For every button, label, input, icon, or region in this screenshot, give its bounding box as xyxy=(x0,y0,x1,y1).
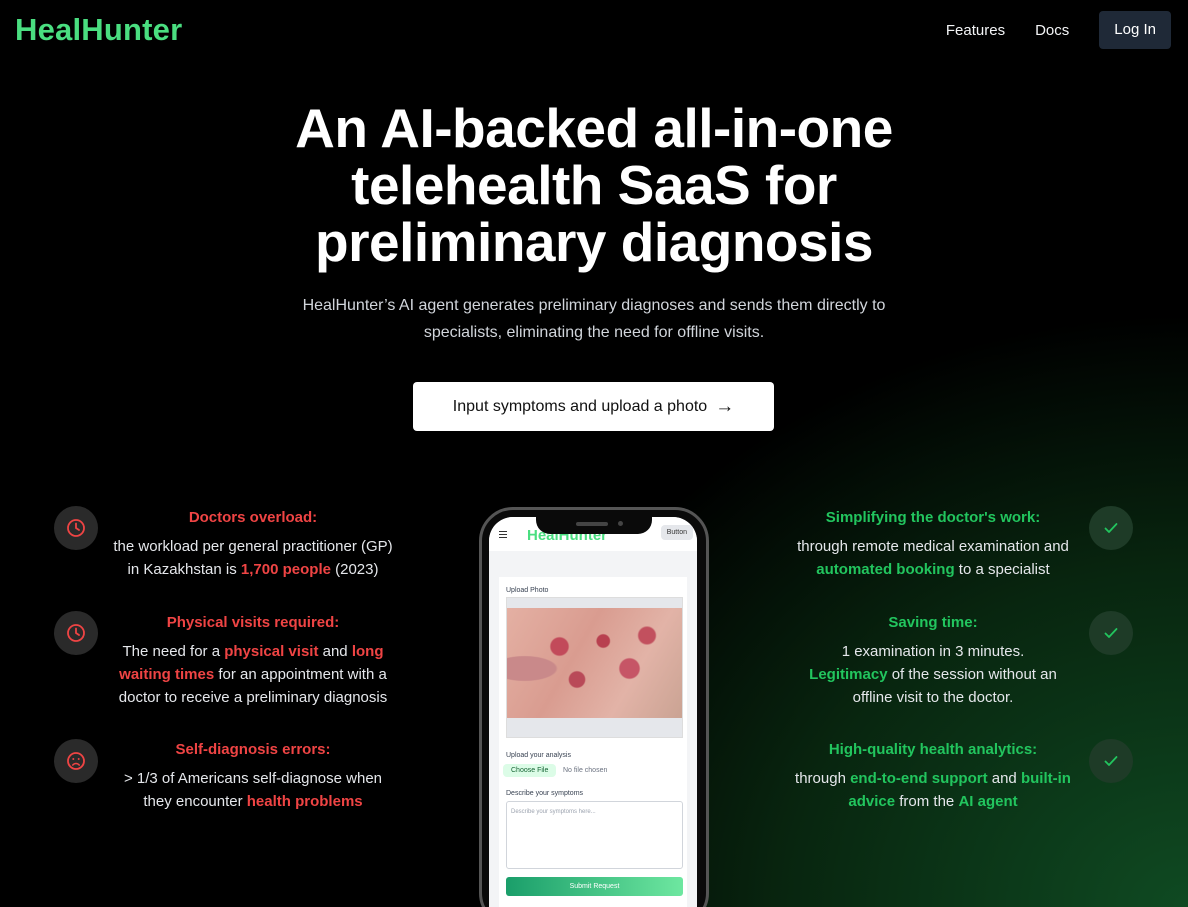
hero-subtitle-line: specialists, eliminating the need for of… xyxy=(423,324,765,341)
phone-screen: HealHunter Button Upload Photo Upload yo… xyxy=(489,517,697,907)
highlight-text: physical visit xyxy=(224,643,319,660)
body-line: they encounter health problems xyxy=(143,793,363,810)
body-line: The need for a physical visit and long xyxy=(122,643,384,660)
highlight-text: end-to-end support xyxy=(850,770,988,787)
body-line: 1 examination in 3 minutes. xyxy=(841,643,1025,660)
hero-title-line: telehealth SaaS for xyxy=(351,154,837,216)
benefit-body: 1 examination in 3 minutes. Legitimacy of… xyxy=(768,640,1098,709)
login-button[interactable]: Log In xyxy=(1099,11,1171,49)
benefit-card: Saving time: 1 examination in 3 minutes.… xyxy=(768,614,1098,709)
problem-title: Self-diagnosis errors: xyxy=(175,741,331,758)
cta-button[interactable]: Input symptoms and upload a photo → xyxy=(413,382,774,431)
body-line: through remote medical examination and xyxy=(797,538,1069,555)
body-line: the workload per general practitioner (G… xyxy=(113,538,393,555)
symptoms-textarea[interactable]: Describe your symptoms here... xyxy=(506,801,683,869)
phone-notch xyxy=(536,515,652,534)
hero-title: An AI-backed all-in-one telehealth SaaS … xyxy=(0,100,1188,271)
problem-body: > 1/3 of Americans self-diagnose when the… xyxy=(88,767,418,813)
benefit-card: High-quality health analytics: through e… xyxy=(768,741,1098,813)
problem-card: Doctors overload: the workload per gener… xyxy=(88,509,418,581)
logo[interactable]: HealHunter xyxy=(15,12,182,48)
check-icon xyxy=(1089,739,1133,783)
body-line: > 1/3 of Americans self-diagnose when xyxy=(123,770,383,787)
cta-label: Input symptoms and upload a photo xyxy=(452,397,708,415)
highlight-text: waiting times xyxy=(119,666,215,683)
body-line: in Kazakhstan is 1,700 people (2023) xyxy=(127,561,379,578)
hero-title-line: preliminary diagnosis xyxy=(314,211,874,273)
phone-header-button[interactable]: Button xyxy=(660,525,693,540)
body-line: advice from the AI agent xyxy=(848,793,1018,810)
body-line: offline visit to the doctor. xyxy=(852,689,1014,706)
hero-subtitle-line: HealHunter’s AI agent generates prelimin… xyxy=(302,297,886,314)
benefit-title: High-quality health analytics: xyxy=(828,741,1038,758)
problem-body: The need for a physical visit and long wa… xyxy=(88,640,418,709)
nav-links: Features Docs Log In xyxy=(946,11,1171,49)
check-icon xyxy=(1089,506,1133,550)
benefit-title: Simplifying the doctor's work: xyxy=(825,509,1041,526)
body-line: through end-to-end support and built-in xyxy=(795,770,1071,787)
upload-form: Upload Photo Upload your analysis Choose… xyxy=(499,577,687,907)
uploaded-photo xyxy=(506,597,683,738)
upload-analysis-label: Upload your analysis xyxy=(506,752,571,759)
hero-subtitle: HealHunter’s AI agent generates prelimin… xyxy=(280,292,908,346)
highlight-text: built-in xyxy=(1020,770,1071,787)
top-nav: HealHunter Features Docs Log In xyxy=(0,0,1188,60)
highlight-text: Legitimacy xyxy=(809,666,888,683)
nav-link-docs[interactable]: Docs xyxy=(1035,22,1069,39)
benefit-title: Saving time: xyxy=(888,614,978,631)
body-line: doctor to receive a preliminary diagnosi… xyxy=(118,689,388,706)
arrow-right-icon: → xyxy=(715,395,735,417)
check-icon xyxy=(1089,611,1133,655)
problem-body: the workload per general practitioner (G… xyxy=(88,535,418,581)
problem-title: Doctors overload: xyxy=(188,509,318,526)
no-file-text: No file chosen xyxy=(563,767,608,774)
body-line: Legitimacy of the session without an xyxy=(809,666,1057,683)
problem-title: Physical visits required: xyxy=(166,614,340,631)
problem-card: Self-diagnosis errors: > 1/3 of American… xyxy=(88,741,418,813)
highlight-text: automated booking xyxy=(816,561,955,578)
problem-card: Physical visits required: The need for a… xyxy=(88,614,418,709)
highlight-text: long xyxy=(351,643,384,660)
highlight-text: 1,700 people xyxy=(240,561,331,578)
benefit-card: Simplifying the doctor's work: through r… xyxy=(768,509,1098,581)
highlight-text: health problems xyxy=(246,793,363,810)
submit-request-button[interactable]: Submit Request xyxy=(506,877,683,896)
benefit-body: through end-to-end support and built-in a… xyxy=(768,767,1098,813)
describe-label: Describe your symptoms xyxy=(506,790,584,797)
highlight-text: AI agent xyxy=(958,793,1018,810)
nav-link-features[interactable]: Features xyxy=(946,22,1005,39)
highlight-text: advice xyxy=(848,793,896,810)
body-line: waiting times for an appointment with a xyxy=(119,666,387,683)
benefit-body: through remote medical examination and au… xyxy=(768,535,1098,581)
hero-title-line: An AI-backed all-in-one xyxy=(295,97,893,159)
upload-photo-label: Upload Photo xyxy=(506,587,549,594)
menu-icon[interactable] xyxy=(499,531,507,540)
choose-file-button[interactable]: Choose File xyxy=(503,764,557,777)
body-line: automated booking to a specialist xyxy=(816,561,1050,578)
